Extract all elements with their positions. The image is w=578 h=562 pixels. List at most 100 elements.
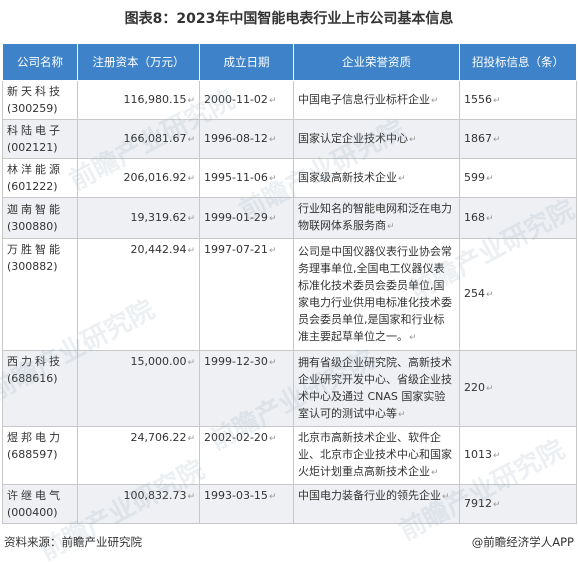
- honor-cell: 国家认定企业技术中心↵: [293, 119, 460, 159]
- date-value: 1997-07-21: [204, 243, 268, 256]
- capital-cell: 15,000.00↵: [77, 350, 200, 427]
- bids-cell: 1013↵: [459, 426, 577, 485]
- bids-value: 7912: [464, 496, 492, 510]
- bids-value: 1013: [464, 448, 492, 461]
- return-mark-icon: ↵: [268, 213, 277, 224]
- capital-cell: 100,832.73↵: [77, 484, 200, 524]
- company-name-cell: 西力科技 (688616): [2, 350, 78, 427]
- date-value: 1995-11-06: [204, 170, 268, 184]
- honor-text: 公司是中国仪器仪表行业协会常务理事单位,全国电工仪器仪表标准化技术委员会委员单位…: [298, 244, 452, 343]
- company-name-cell: 许继电气 (000400): [2, 484, 78, 524]
- return-mark-icon: ↵: [398, 173, 406, 184]
- bids-value: 168: [464, 210, 485, 224]
- honor-text: 中国电子信息行业标杆企业: [298, 92, 430, 106]
- return-mark-icon: ↵: [493, 95, 501, 106]
- return-mark-icon: ↵: [398, 409, 406, 420]
- header-company-name: 公司名称: [2, 43, 78, 81]
- stock-code: (300880): [7, 220, 58, 233]
- capital-value: 15,000.00: [130, 355, 187, 368]
- date-value: 1996-08-12: [204, 131, 268, 145]
- table-row: 西力科技 (688616) 15,000.00↵ 1999-12-30↵ 拥有省级…: [2, 350, 577, 427]
- honor-text: 国家认定企业技术中心: [298, 131, 408, 145]
- date-value: 1999-01-29: [204, 210, 268, 224]
- return-mark-icon: ↵: [187, 434, 195, 444]
- bids-value: 220: [464, 381, 485, 394]
- return-mark-icon: ↵: [493, 134, 501, 145]
- return-mark-icon: ↵: [268, 246, 277, 256]
- bids-value: 254: [464, 287, 485, 300]
- honor-text: 中国电力装备行业的领先企业: [298, 489, 441, 502]
- capital-cell: 19,319.62↵: [77, 197, 200, 239]
- honor-text: 行业知名的智能电网和泛在电力物联网体系服务商: [298, 202, 452, 232]
- honor-cell: 拥有省级企业研究院、高新技术企业研究开发中心、省级企业技术中心及通过 CNAS …: [293, 350, 460, 427]
- return-mark-icon: ↵: [268, 492, 277, 502]
- bids-value: 1556: [464, 92, 492, 106]
- return-mark-icon: ↵: [409, 134, 417, 145]
- date-value: 2002-02-20: [204, 431, 268, 444]
- table-row: 新天科技 (300259) 116,980.15↵ 2000-11-02↵ 中国电…: [2, 80, 577, 120]
- return-mark-icon: ↵: [268, 358, 277, 368]
- company-name: 许继电气: [7, 489, 63, 502]
- date-cell: 1993-03-15↵: [199, 484, 294, 524]
- company-name: 西力科技: [7, 355, 63, 368]
- honor-cell: 行业知名的智能电网和泛在电力物联网体系服务商↵: [293, 197, 460, 239]
- honor-text: 北京市高新技术企业、软件企业、北京市企业技术中心和国家火炬计划重点高新技术企业: [298, 431, 452, 478]
- company-name: 新天科技: [7, 85, 63, 98]
- capital-cell: 116,980.15↵: [77, 80, 200, 120]
- capital-cell: 166,081.67↵: [77, 119, 200, 159]
- company-name-cell: 煜邦电力 (688597): [2, 426, 78, 485]
- date-value: 1993-03-15: [204, 489, 268, 502]
- company-name-cell: 迦南智能 (300880): [2, 197, 78, 239]
- stock-code: (300882): [7, 260, 58, 273]
- table-row: 万胜智能 (300882) 20,442.94↵ 1997-07-21↵ 公司是中…: [2, 238, 577, 351]
- header-honors: 企业荣誉资质: [293, 43, 460, 81]
- return-mark-icon: ↵: [268, 95, 277, 106]
- date-value: 2000-11-02: [204, 92, 268, 106]
- table-row: 林洋能源 (601222) 206,016.92↵ 1995-11-06↵ 国家级…: [2, 158, 577, 198]
- company-name: 煜邦电力: [7, 431, 63, 444]
- brand-credit: @前瞻经济学人APP: [471, 535, 574, 549]
- return-mark-icon: ↵: [486, 173, 494, 184]
- table-row: 许继电气 (000400) 100,832.73↵ 1993-03-15↵ 中国电…: [2, 484, 577, 524]
- capital-value: 24,706.22: [130, 431, 187, 444]
- return-mark-icon: ↵: [431, 468, 439, 478]
- chart-title: 图表8：2023年中国智能电表行业上市公司基本信息: [124, 11, 454, 27]
- capital-value: 166,081.67: [123, 131, 187, 145]
- date-cell: 1995-11-06↵: [199, 158, 294, 198]
- return-mark-icon: ↵: [486, 384, 494, 394]
- source-note: 资料来源：前瞻产业研究院: [4, 535, 142, 549]
- stock-code: (300259): [7, 102, 58, 115]
- company-name-cell: 新天科技 (300259): [2, 80, 78, 120]
- return-mark-icon: ↵: [431, 95, 439, 106]
- capital-value: 206,016.92: [123, 170, 187, 184]
- date-cell: 1999-12-30↵: [199, 350, 294, 427]
- company-name-cell: 万胜智能 (300882): [2, 238, 78, 351]
- return-mark-icon: ↵: [409, 332, 417, 343]
- header-registered-capital: 注册资本（万元）: [77, 43, 200, 81]
- return-mark-icon: ↵: [268, 173, 277, 184]
- capital-value: 116,980.15: [123, 92, 187, 106]
- date-value: 1999-12-30: [204, 355, 268, 368]
- company-name-cell: 林洋能源 (601222): [2, 158, 78, 198]
- return-mark-icon: ↵: [493, 499, 501, 510]
- return-mark-icon: ↵: [268, 134, 277, 145]
- bids-value: 599: [464, 170, 485, 184]
- table-row: 科陆电子 (002121) 166,081.67↵ 1996-08-12↵ 国家认…: [2, 119, 577, 159]
- honor-cell: 国家级高新技术企业↵: [293, 158, 460, 198]
- bids-value: 1867: [464, 131, 492, 145]
- bids-cell: 220↵: [459, 350, 577, 427]
- honor-cell: 中国电子信息行业标杆企业↵: [293, 80, 460, 120]
- company-name-cell: 科陆电子 (002121): [2, 119, 78, 159]
- return-mark-icon: ↵: [187, 492, 195, 502]
- stock-code: (601222): [7, 180, 58, 193]
- honor-text: 国家级高新技术企业: [298, 170, 397, 184]
- date-cell: 2002-02-20↵: [199, 426, 294, 485]
- date-cell: 1999-01-29↵: [199, 197, 294, 239]
- table-row: 煜邦电力 (688597) 24,706.22↵ 2002-02-20↵ 北京市高…: [2, 426, 577, 485]
- return-mark-icon: ↵: [486, 213, 494, 224]
- return-mark-icon: ↵: [486, 290, 494, 300]
- capital-value: 19,319.62: [130, 210, 187, 224]
- return-mark-icon: ↵: [187, 173, 195, 184]
- company-name: 万胜智能: [7, 243, 63, 256]
- return-mark-icon: ↵: [187, 213, 195, 224]
